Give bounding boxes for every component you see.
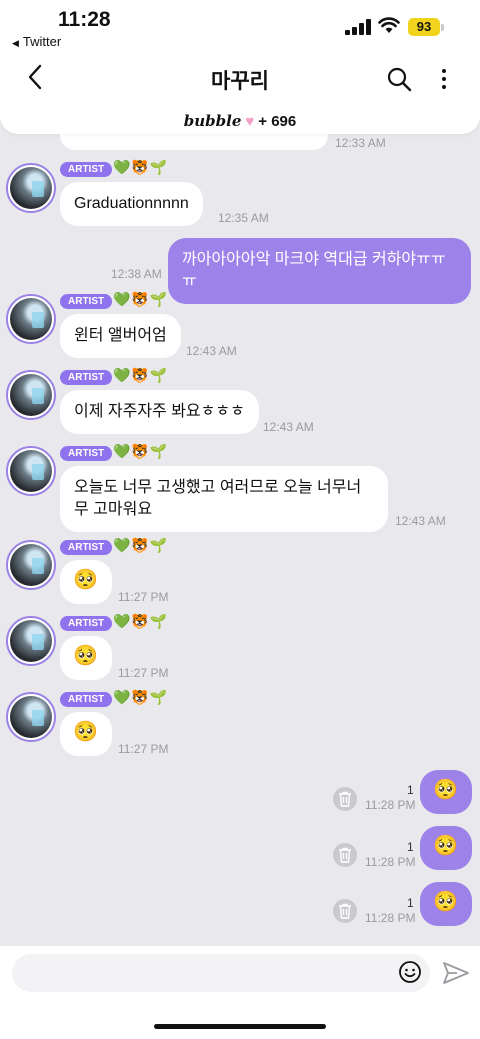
incoming-emoji-message[interactable]: 🥺 bbox=[60, 712, 112, 756]
artist-avatar[interactable] bbox=[6, 163, 56, 213]
message-time: 11:27 PM bbox=[118, 742, 169, 756]
outgoing-emoji-message[interactable]: 🥺 bbox=[420, 770, 472, 814]
message-time: 11:28 PM bbox=[365, 911, 416, 925]
emoji-badges: 💚🐯🌱 bbox=[113, 537, 169, 553]
status-bar: 11:28 ◀ Twitter 93 bbox=[0, 0, 480, 52]
heart-icon: ♥ bbox=[245, 113, 255, 130]
outgoing-emoji-message[interactable]: 🥺 bbox=[420, 882, 472, 926]
message-time: 12:33 AM bbox=[335, 136, 386, 150]
message-time: 12:43 AM bbox=[186, 344, 237, 358]
more-icon[interactable] bbox=[438, 66, 450, 90]
battery-tip bbox=[441, 24, 444, 31]
message-time: 11:27 PM bbox=[118, 666, 169, 680]
status-time: 11:28 bbox=[58, 8, 111, 31]
subscriber-count: + 696 bbox=[258, 113, 297, 130]
unread-count: 1 bbox=[407, 896, 414, 910]
send-icon[interactable] bbox=[442, 960, 470, 986]
message-time: 11:28 PM bbox=[365, 855, 416, 869]
emoji-badges: 💚🐯🌱 bbox=[113, 367, 169, 383]
message-time: 11:27 PM bbox=[118, 590, 169, 604]
incoming-message[interactable]: 오늘도 너무 고생했고 여러므로 오늘 너무너무 고마워요 bbox=[60, 466, 388, 532]
back-to-app-link[interactable]: ◀ Twitter bbox=[12, 34, 61, 49]
smile-icon[interactable] bbox=[398, 960, 422, 984]
artist-tag: ARTIST bbox=[60, 692, 113, 707]
artist-tag: ARTIST bbox=[60, 294, 113, 309]
chat-header: 마꾸리 bubble ♥ + 696 bbox=[0, 52, 480, 134]
subscriber-line: bubble ♥ + 696 bbox=[0, 112, 480, 130]
message-time: 11:28 PM bbox=[365, 798, 416, 812]
artist-tag: ARTIST bbox=[60, 162, 113, 177]
artist-avatar[interactable] bbox=[6, 446, 56, 496]
artist-tag: ARTIST bbox=[60, 446, 113, 461]
artist-tag: ARTIST bbox=[60, 370, 113, 385]
signal-icon bbox=[345, 19, 371, 35]
emoji-badges: 💚🐯🌱 bbox=[113, 159, 169, 175]
artist-avatar[interactable] bbox=[6, 540, 56, 590]
emoji-badges: 💚🐯🌱 bbox=[113, 613, 169, 629]
emoji-badges: 💚🐯🌱 bbox=[113, 689, 169, 705]
incoming-message[interactable]: 이제 자주자주 봐요ㅎㅎㅎ bbox=[60, 390, 259, 434]
incoming-emoji-message[interactable]: 🥺 bbox=[60, 636, 112, 680]
message-input[interactable] bbox=[12, 954, 430, 992]
back-triangle-icon: ◀ bbox=[12, 38, 19, 48]
artist-avatar[interactable] bbox=[6, 692, 56, 742]
outgoing-emoji-message[interactable]: 🥺 bbox=[420, 826, 472, 870]
message-time: 12:43 AM bbox=[263, 420, 314, 434]
artist-avatar[interactable] bbox=[6, 294, 56, 344]
artist-tag: ARTIST bbox=[60, 540, 113, 555]
back-app-label: Twitter bbox=[22, 34, 62, 49]
unread-count: 1 bbox=[407, 783, 414, 797]
search-icon[interactable] bbox=[386, 66, 412, 92]
home-indicator bbox=[154, 1024, 326, 1029]
emoji-badges: 💚🐯🌱 bbox=[113, 443, 169, 459]
incoming-message[interactable]: 윈터 앨버어엄 bbox=[60, 314, 181, 358]
message-time: 12:43 AM bbox=[395, 514, 446, 528]
message-time: 12:35 AM bbox=[218, 211, 269, 225]
artist-tag: ARTIST bbox=[60, 616, 113, 631]
battery-indicator: 93 bbox=[408, 18, 440, 36]
brand-label: bubble bbox=[183, 112, 242, 130]
trash-icon[interactable] bbox=[333, 899, 357, 923]
wifi-icon bbox=[378, 17, 400, 33]
message-composer bbox=[0, 946, 480, 1039]
incoming-message[interactable]: Graduationnnnn bbox=[60, 182, 203, 226]
message-time: 12:38 AM bbox=[111, 267, 162, 281]
artist-avatar[interactable] bbox=[6, 370, 56, 420]
unread-count: 1 bbox=[407, 840, 414, 854]
artist-avatar[interactable] bbox=[6, 616, 56, 666]
emoji-badges: 💚🐯🌱 bbox=[113, 291, 169, 307]
trash-icon[interactable] bbox=[333, 787, 357, 811]
trash-icon[interactable] bbox=[333, 843, 357, 867]
outgoing-message[interactable]: 까아아아아악 마크야 역대급 커하야ㅠㅠㅠ bbox=[168, 238, 471, 304]
incoming-emoji-message[interactable]: 🥺 bbox=[60, 560, 112, 604]
